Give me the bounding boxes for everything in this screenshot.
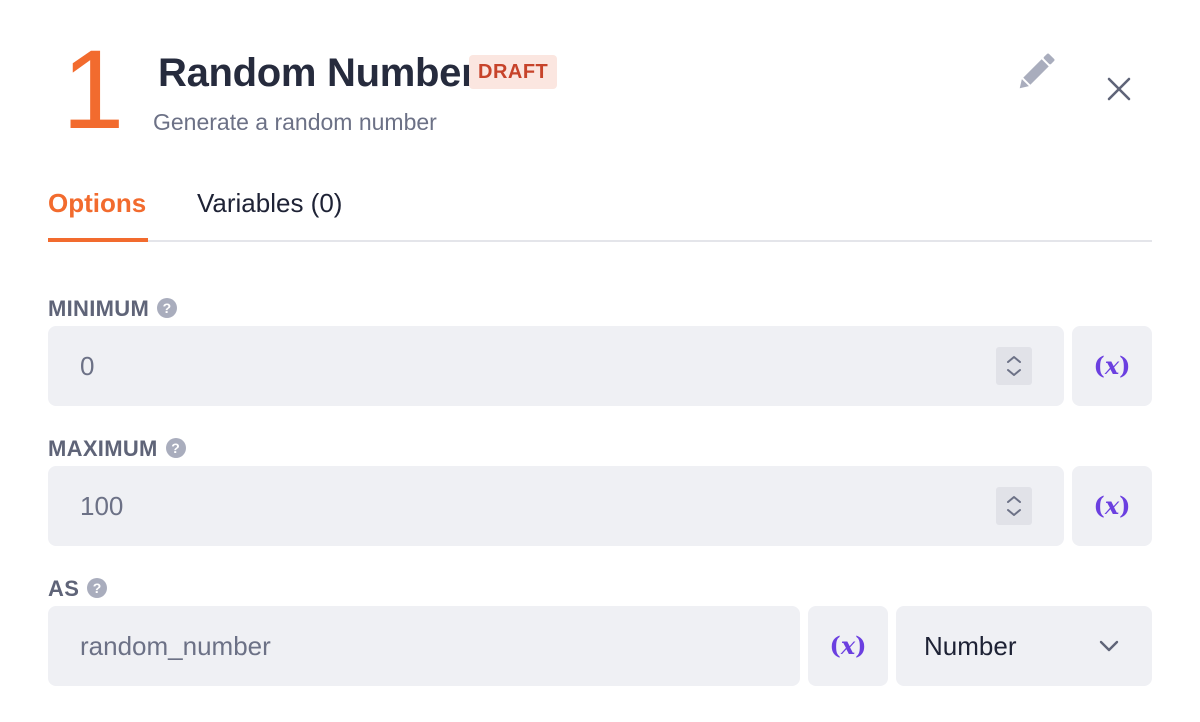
variable-close-paren: ) bbox=[1119, 351, 1131, 380]
maximum-label: MAXIMUM? bbox=[48, 436, 186, 462]
maximum-stepper[interactable] bbox=[996, 487, 1032, 525]
close-button[interactable] bbox=[1100, 70, 1138, 108]
question-circle-icon[interactable]: ? bbox=[87, 578, 108, 598]
as-value: random_number bbox=[80, 631, 271, 661]
edit-button[interactable] bbox=[1010, 48, 1062, 96]
variable-close-paren: ) bbox=[1119, 491, 1131, 520]
variable-open-paren: ( bbox=[1093, 351, 1105, 380]
step-number: 1 bbox=[62, 27, 125, 152]
maximum-variable-button[interactable]: (x) bbox=[1072, 466, 1152, 546]
chevron-down-icon bbox=[1099, 640, 1119, 652]
variable-x: x bbox=[1104, 491, 1120, 520]
variable-close-paren: ) bbox=[855, 631, 867, 660]
minimum-label: MINIMUM? bbox=[48, 296, 178, 322]
stepper-icon bbox=[1007, 496, 1021, 516]
as-input[interactable]: random_number bbox=[48, 606, 800, 686]
page-title: Random Number bbox=[158, 51, 477, 95]
stepper-icon bbox=[1007, 356, 1021, 376]
as-variable-button[interactable]: (x) bbox=[808, 606, 888, 686]
as-label: AS? bbox=[48, 576, 108, 602]
as-label-text: AS bbox=[48, 576, 80, 601]
pencil-icon bbox=[1019, 53, 1055, 89]
tab-variables[interactable]: Variables (0) bbox=[197, 184, 342, 240]
variable-open-paren: ( bbox=[1093, 491, 1105, 520]
minimum-value: 0 bbox=[80, 351, 95, 381]
tab-bar: Options Variables (0) bbox=[48, 180, 1152, 242]
variable-x: x bbox=[1104, 351, 1120, 380]
variable-x: x bbox=[840, 631, 856, 660]
close-icon bbox=[1107, 77, 1131, 101]
type-select[interactable]: Number bbox=[896, 606, 1152, 686]
question-circle-icon[interactable]: ? bbox=[165, 438, 186, 458]
page-subtitle: Generate a random number bbox=[153, 109, 437, 135]
tab-options[interactable]: Options bbox=[48, 184, 148, 242]
minimum-variable-button[interactable]: (x) bbox=[1072, 326, 1152, 406]
type-select-value: Number bbox=[924, 631, 1017, 661]
minimum-stepper[interactable] bbox=[996, 347, 1032, 385]
minimum-input[interactable]: 0 bbox=[48, 326, 1064, 406]
question-circle-icon[interactable]: ? bbox=[157, 298, 178, 318]
maximum-label-text: MAXIMUM bbox=[48, 436, 158, 461]
status-badge: DRAFT bbox=[469, 55, 558, 89]
minimum-label-text: MINIMUM bbox=[48, 296, 150, 321]
maximum-value: 100 bbox=[80, 491, 124, 521]
variable-open-paren: ( bbox=[829, 631, 841, 660]
maximum-input[interactable]: 100 bbox=[48, 466, 1064, 546]
